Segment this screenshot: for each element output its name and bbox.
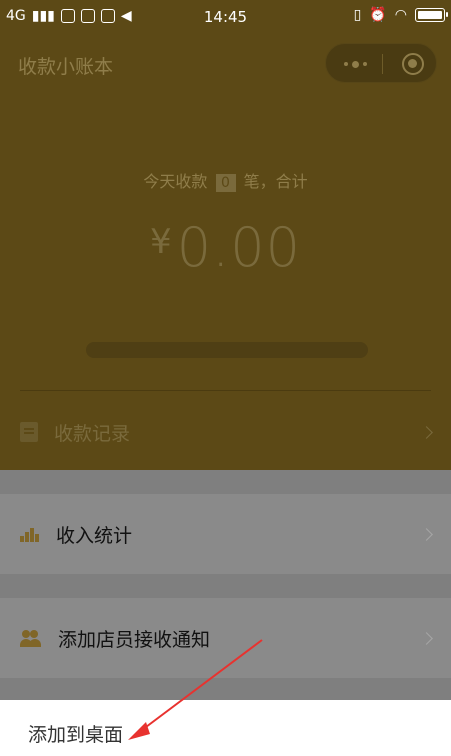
target-circle-icon[interactable] [402,53,424,75]
total-amount: ¥ 0.00 [0,216,451,279]
more-dots-icon[interactable] [341,50,369,78]
status-right: ▯ ⏰ ◠ [353,7,448,23]
staff-notify-row[interactable]: 添加店员接收通知 [0,598,451,678]
document-icon [20,422,38,442]
amount-value: 0.00 [176,216,301,279]
page-title: 收款小账本 [18,56,114,78]
notify-label: 添加店员接收通知 [58,628,211,651]
summary-suffix: 笔，合计 [243,172,308,191]
stats-label: 收入统计 [56,524,133,547]
vibrate-icon: ▯ [353,7,362,23]
bottom-action-sheet: 添加到桌面 [0,700,451,756]
today-summary: 今天收款 0 笔，合计 [0,168,451,192]
records-row[interactable]: 收款记录 [0,398,451,466]
chevron-right-icon [420,631,433,645]
bar-chart-icon [20,526,40,542]
capsule-divider [382,54,383,74]
users-icon [20,628,42,648]
records-label: 收款记录 [54,422,131,445]
chevron-right-icon [420,527,433,541]
chevron-right-icon [420,425,433,439]
add-to-desktop-button[interactable]: 添加到桌面 [28,720,123,747]
summary-prefix: 今天收款 [143,172,208,191]
currency-symbol: ¥ [150,222,172,262]
wifi-icon: ◠ [394,7,407,23]
header: 收款小账本 今天收款 0 笔，合计 ¥ 0.00 收款记录 [0,34,451,484]
header-divider [20,390,431,391]
income-stats-row[interactable]: 收入统计 [0,494,451,574]
screen: 4G ▮▮▮ ◀ 14:45 ▯ ⏰ ◠ 收款小账本 今天收款 0 笔，合计 ¥… [0,0,451,756]
payment-count: 0 [215,174,236,192]
status-bar: 4G ▮▮▮ ◀ 14:45 ▯ ⏰ ◠ [0,0,451,34]
battery-icon [415,8,448,22]
mini-program-capsule [325,43,437,83]
progress-bar [86,342,368,358]
alarm-icon: ⏰ [369,7,387,23]
